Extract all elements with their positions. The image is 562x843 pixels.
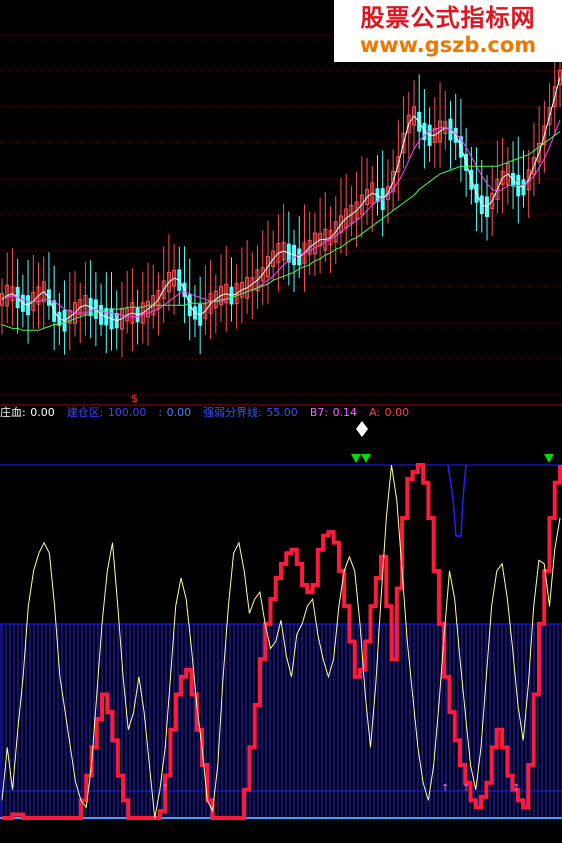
watermark: 股票公式指标网 www.gszb.com — [334, 0, 562, 62]
legend-value-1: 100.00 — [107, 406, 147, 419]
up-arrow-marker: ↑ — [512, 783, 520, 794]
legend-label-5: A: — [369, 406, 384, 419]
legend-label-4: B7: — [309, 406, 332, 419]
legend-label-0: 庄血: — [0, 406, 30, 419]
up-arrow-marker: ↑ — [441, 783, 449, 794]
legend-value-2: 0.00 — [166, 406, 192, 419]
up-arrow-marker: ↑ — [462, 783, 470, 794]
indicator-legend: 庄血: 0.00 建仓区: 100.00: 0.00 强弱分界线: 55.00 B7:… — [0, 405, 421, 421]
stock-chart: $ ↑ ↑ ↑ ↑ — [0, 34, 562, 820]
blue-dip-line — [447, 464, 467, 537]
buy-arrow — [351, 454, 361, 463]
legend-value-3: 55.00 — [266, 406, 298, 419]
watermark-url: www.gszb.com — [359, 33, 537, 57]
legend-value-4: 0.14 — [332, 406, 358, 419]
watermark-title: 股票公式指标网 — [360, 4, 536, 32]
price-grid — [0, 34, 562, 396]
legend-value-0: 0.00 — [30, 406, 55, 419]
legend-label-1: 建仓区: — [66, 406, 107, 419]
legend-label-2: : — [158, 406, 166, 419]
diamond-marker — [356, 421, 368, 437]
buy-arrow — [544, 454, 554, 463]
buy-arrow — [361, 454, 371, 463]
legend-value-5: 0.00 — [384, 406, 410, 419]
indicator-panel: ↑ ↑ ↑ ↑ — [0, 421, 562, 820]
signal-marker: $ — [131, 392, 138, 405]
legend-label-3: 强弱分界线: — [203, 406, 266, 419]
up-arrow-marker: ↑ — [161, 783, 169, 794]
